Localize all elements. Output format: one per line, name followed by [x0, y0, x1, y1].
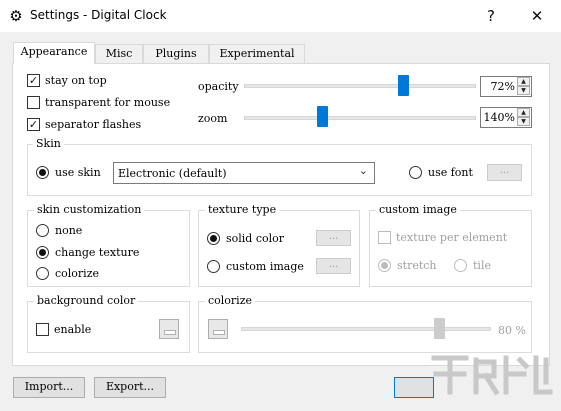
font-browse-button[interactable]: ...: [487, 164, 522, 181]
zoom-up-arrow-icon[interactable]: ▲: [517, 108, 530, 117]
help-button[interactable]: ?: [468, 0, 514, 32]
zoom-slider-track[interactable]: [244, 116, 476, 120]
use-font-radio[interactable]: [409, 166, 422, 179]
stretch-label: stretch: [397, 259, 437, 272]
watermark-logo-icon: [431, 355, 553, 396]
solid-color-label: solid color: [226, 232, 285, 245]
opacity-value: 72%: [490, 80, 515, 93]
export-button[interactable]: Export...: [94, 377, 166, 398]
tab-appearance[interactable]: Appearance: [13, 42, 95, 64]
opacity-label: opacity: [198, 80, 239, 93]
window-title: Settings - Digital Clock: [30, 8, 167, 22]
skin-customization-title: skin customization: [34, 203, 145, 216]
customization-change-texture-radio[interactable]: [36, 246, 49, 259]
texture-type-group: [198, 210, 360, 287]
solid-color-button[interactable]: ...: [316, 230, 351, 246]
tile-label: tile: [473, 259, 491, 272]
opacity-slider-thumb[interactable]: [398, 75, 409, 96]
custom-image-button[interactable]: ...: [316, 258, 351, 274]
tile-radio[interactable]: [454, 259, 467, 272]
opacity-down-arrow-icon[interactable]: ▼: [517, 86, 530, 95]
customization-none-label: none: [55, 224, 83, 237]
custom-image-label: custom image: [226, 260, 304, 273]
tab-experimental[interactable]: Experimental: [209, 44, 305, 63]
close-button[interactable]: ✕: [514, 0, 560, 32]
chevron-down-icon: ⌄: [358, 164, 368, 177]
stretch-radio[interactable]: [378, 259, 391, 272]
colorize-value: 80 %: [498, 324, 526, 337]
use-font-label: use font: [428, 166, 473, 179]
stay-on-top-checkbox[interactable]: ✓: [27, 74, 40, 87]
customization-none-radio[interactable]: [36, 224, 49, 237]
background-color-title: background color: [34, 294, 139, 307]
customization-colorize-radio[interactable]: [36, 267, 49, 280]
use-skin-radio[interactable]: [36, 166, 49, 179]
gear-icon: ⚙: [9, 7, 23, 25]
colorize-slider-track[interactable]: [241, 327, 491, 331]
zoom-slider-thumb[interactable]: [317, 106, 328, 127]
texture-per-element-label: texture per element: [396, 231, 508, 244]
title-bar: ⚙ Settings - Digital Clock ? ✕: [0, 0, 561, 32]
custom-image-group-title: custom image: [376, 203, 460, 216]
tab-plugins[interactable]: Plugins: [143, 44, 209, 63]
texture-type-title: texture type: [205, 203, 280, 216]
opacity-up-arrow-icon[interactable]: ▲: [517, 77, 530, 86]
skin-select[interactable]: Electronic (default) ⌄: [113, 162, 375, 184]
opacity-spinbox[interactable]: 72% ▲ ▼: [480, 76, 532, 97]
custom-image-radio[interactable]: [207, 260, 220, 273]
import-button[interactable]: Import...: [13, 377, 85, 398]
background-enable-label: enable: [54, 323, 92, 336]
customization-change-texture-label: change texture: [55, 246, 140, 259]
solid-color-radio[interactable]: [207, 232, 220, 245]
separator-flashes-checkbox[interactable]: ✓: [27, 118, 40, 131]
transparent-for-mouse-label: transparent for mouse: [45, 96, 171, 109]
colorize-color-swatch[interactable]: [208, 319, 228, 339]
skin-select-value: Electronic (default): [118, 167, 227, 180]
background-enable-checkbox[interactable]: [36, 323, 49, 336]
separator-flashes-label: separator flashes: [45, 118, 142, 131]
skin-group-title: Skin: [33, 137, 64, 150]
colorize-slider-thumb[interactable]: [434, 318, 445, 339]
zoom-down-arrow-icon[interactable]: ▼: [517, 117, 530, 126]
transparent-for-mouse-checkbox[interactable]: [27, 96, 40, 109]
background-color-swatch[interactable]: [159, 319, 179, 339]
zoom-spinbox[interactable]: 140% ▲ ▼: [480, 107, 532, 128]
stay-on-top-label: stay on top: [45, 74, 107, 87]
zoom-label: zoom: [198, 112, 228, 125]
opacity-slider-track[interactable]: [244, 84, 476, 88]
custom-image-group: [369, 210, 532, 287]
use-skin-label: use skin: [55, 166, 101, 179]
tab-misc[interactable]: Misc: [95, 44, 143, 63]
colorize-title: colorize: [205, 294, 256, 307]
zoom-value: 140%: [483, 111, 515, 124]
texture-per-element-checkbox[interactable]: [378, 231, 391, 244]
customization-colorize-label: colorize: [55, 267, 100, 280]
